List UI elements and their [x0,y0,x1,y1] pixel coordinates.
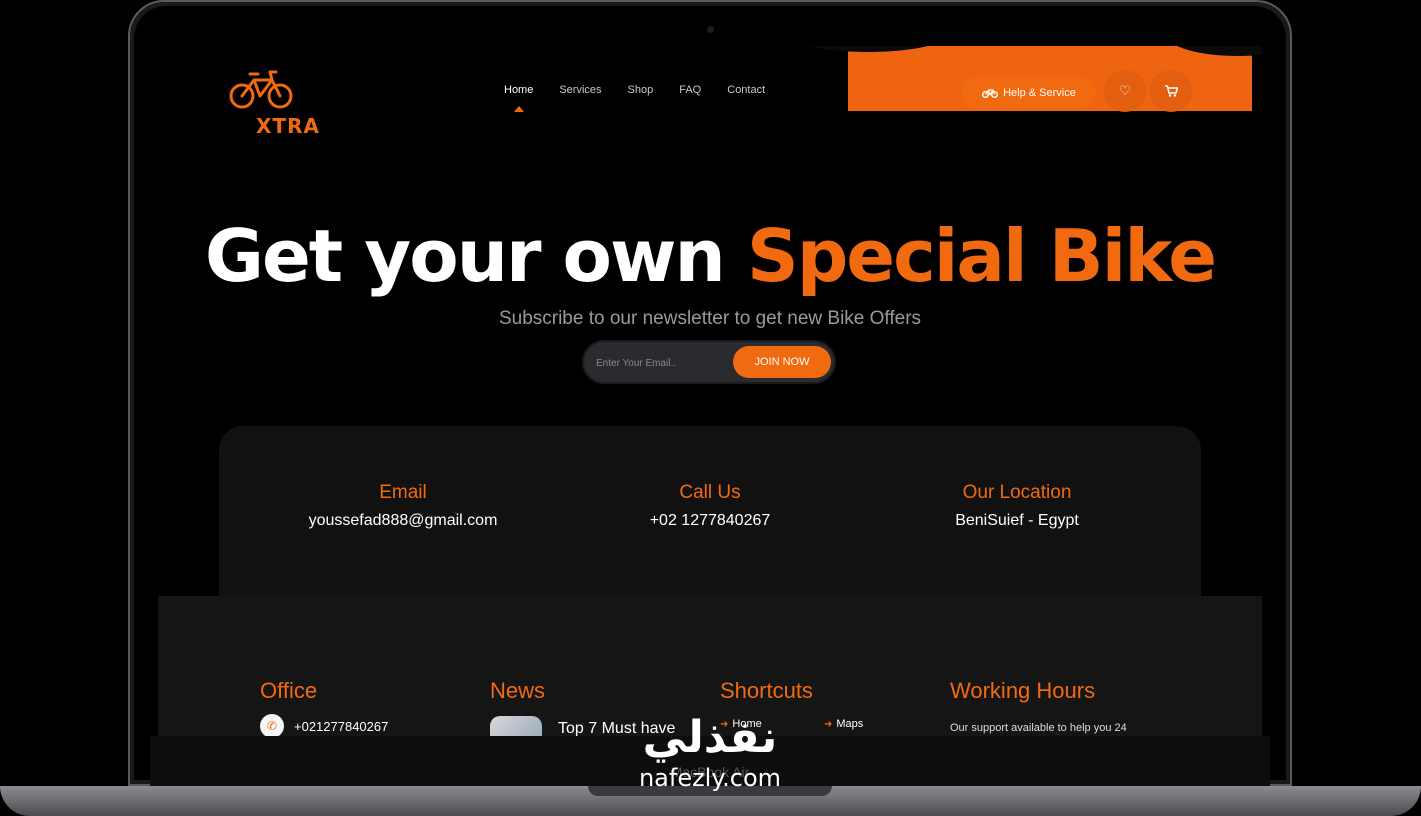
bike-icon [982,88,999,98]
hero-title: Get your own Special Bike [158,214,1262,298]
camera-dot [707,26,714,33]
email-input[interactable] [596,354,716,372]
footer-shortcuts: Shortcuts [720,678,813,704]
footer-news-heading: News [490,678,546,703]
footer-hours-heading: Working Hours [950,678,1096,703]
watermark-arabic: نفذلي [642,712,778,763]
contact-call: Call Us +02 1277840267 [560,482,860,530]
hero-title-white: Get your own [204,214,726,298]
hours-text: Our support available to help you 24 [950,722,1127,734]
nav-services[interactable]: Services [559,84,601,96]
bike-tire-shape [1168,46,1262,56]
brand-name: XTRA [256,114,320,138]
watermark-latin: nafezly.com [638,764,782,792]
nav-shop[interactable]: Shop [628,84,654,96]
hero-subtitle: Subscribe to our newsletter to get new B… [498,308,922,329]
footer-hours: Working Hours [950,678,1095,704]
wishlist-button[interactable]: ♡ [1104,70,1146,112]
hero-title-accent: Special Bike [746,214,1217,298]
footer-office: Office [260,678,317,704]
cart-icon [1164,85,1178,97]
shortcut-maps-label: Maps [836,718,864,730]
cart-button[interactable] [1150,70,1192,112]
help-service-button[interactable]: Help & Service [961,77,1097,108]
nav-home[interactable]: Home [504,84,533,112]
contact-email: Email youssefad888@gmail.com [253,482,553,530]
arrow-right-icon: ➜ [824,718,833,730]
join-now-button[interactable]: JOIN NOW [733,346,831,378]
nav-contact[interactable]: Contact [727,84,765,96]
heart-icon: ♡ [1119,83,1131,99]
shortcut-maps[interactable]: ➜ Maps [824,718,863,730]
contact-location: Our Location BeniSuief - Egypt [867,482,1167,530]
contact-location-label: Our Location [962,482,1072,503]
watermark: نفذلي nafezly.com [610,712,810,793]
office-phone: +021277840267 [294,718,389,734]
contact-email-value[interactable]: youssefad888@gmail.com [253,512,553,530]
office-phone-row[interactable]: ✆ +021277840267 [260,714,388,736]
nav-faq[interactable]: FAQ [679,84,701,96]
contact-call-label: Call Us [679,482,741,503]
contact-email-label: Email [379,482,427,503]
main-nav: Home Services Shop FAQ Contact [504,84,791,112]
news-thumbnail [490,716,542,736]
footer-shortcuts-heading: Shortcuts [720,678,813,703]
contact-call-value[interactable]: +02 1277840267 [560,512,860,530]
screen: XTRA Home Services Shop FAQ Contact Help… [158,46,1262,736]
bike-icon [229,70,293,109]
footer-news: News [490,678,545,704]
newsletter-form: JOIN NOW [582,340,836,384]
help-service-label: Help & Service [1003,86,1076,99]
footer-office-heading: Office [260,678,318,703]
phone-icon: ✆ [260,714,284,736]
contact-location-value: BeniSuief - Egypt [955,512,1079,529]
bike-tire-shape [788,46,948,52]
brand-logo[interactable]: XTRA [228,66,328,138]
